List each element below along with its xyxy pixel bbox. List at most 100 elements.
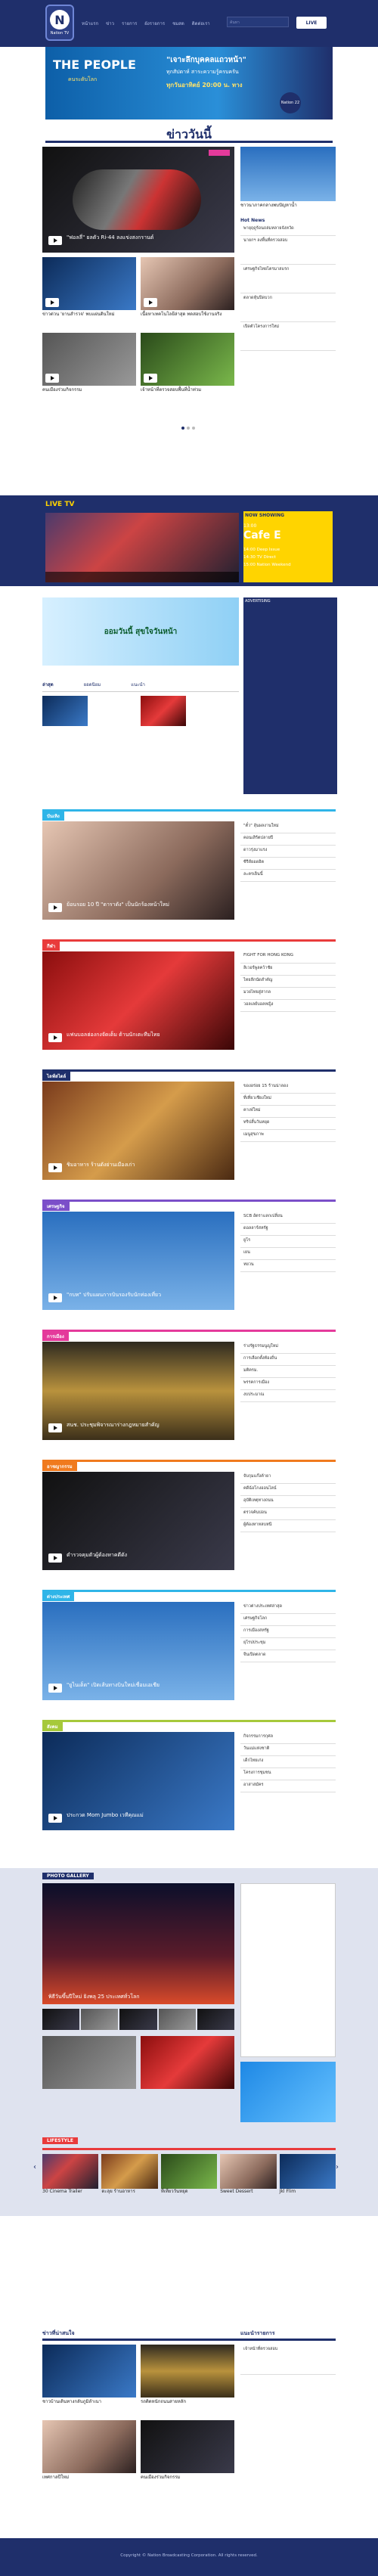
section-video[interactable]: "ยูไนเต็ด" เปิดเส้นทางบินใหม่เชื่อมเอเชี… <box>42 1602 234 1700</box>
section-list-item[interactable]: คอนเสิร์ตปลายปี <box>240 833 336 846</box>
section-video[interactable]: แฟนบอลฮ่องกงจัดเต็ม ต้านนักเตะทีมไทย <box>42 951 234 1050</box>
section-label[interactable]: กีฬา <box>42 942 60 951</box>
sidebar-item[interactable]: เปิดตัวโครงการใหม่ <box>240 322 336 351</box>
gallery-thumb[interactable] <box>197 2009 235 2030</box>
section-list-item[interactable]: เมนูสุขภาพ <box>240 1130 336 1142</box>
news-caption[interactable]: คนเมืองร่วมกิจกรรม <box>42 387 136 393</box>
section-list-item[interactable]: กิจกรรมการกุศล <box>240 1732 336 1744</box>
section-list-item[interactable]: SCB อัตราแลกเปลี่ยน <box>240 1212 336 1224</box>
schedule-row[interactable]: 14:00 Deep Issue <box>243 546 333 554</box>
section-label[interactable]: ต่างประเทศ <box>42 1592 75 1601</box>
live-button[interactable]: LIVE <box>296 17 327 29</box>
play-icon[interactable] <box>48 1684 62 1693</box>
facebook-widget[interactable] <box>240 1883 336 2057</box>
recommend-item[interactable]: เจ้าหน้าที่ตรวจสอบ <box>240 2345 336 2375</box>
play-icon[interactable] <box>144 298 157 307</box>
play-icon[interactable] <box>48 1293 62 1302</box>
section-label[interactable]: บันเทิง <box>42 812 64 821</box>
nav-item[interactable]: หน้าแรก <box>82 20 98 27</box>
section-list-item[interactable]: เศรษฐกิจโลก <box>240 1614 336 1626</box>
lifestyle-item[interactable]: Sweet Dessert <box>220 2154 277 2195</box>
play-icon[interactable] <box>45 374 59 383</box>
news-caption[interactable]: เจ้าหน้าที่ตรวจสอบพื้นที่น้ำท่วม <box>141 387 234 393</box>
gallery-main-image[interactable]: พิธีวันขึ้นปีใหม่ ยิงพลุ 25 ประเทศทั่วโล… <box>42 1883 234 2004</box>
section-list-item[interactable]: ยุโรปประชุม <box>240 1638 336 1650</box>
section-list-item[interactable]: ทริปสั้นวันหยุด <box>240 1118 336 1130</box>
section-label[interactable]: อาชญากรรม <box>42 1462 77 1471</box>
section-label[interactable]: ไลฟ์สไตล์ <box>42 1072 71 1081</box>
tab-thumb[interactable] <box>42 696 88 726</box>
play-icon[interactable] <box>48 1423 62 1432</box>
section-list-item[interactable]: การเมืองสหรัฐ <box>240 1626 336 1638</box>
live-player[interactable] <box>45 513 239 582</box>
section-list-item[interactable]: ของอร่อย 15 ร้านน่าลอง <box>240 1082 336 1094</box>
section-list-item[interactable]: วอลเลย์บอลหญิง <box>240 1000 336 1012</box>
sidebar-item[interactable]: เศรษฐกิจไทยไตรมาสแรก <box>240 265 336 293</box>
side-promo[interactable] <box>240 2062 336 2122</box>
top-banner-ad[interactable]: THE PEOPLE คนระดับโลก "เจาะลึกบุคคลแถวหน… <box>45 47 333 119</box>
nav-item[interactable]: ผังรายการ <box>144 20 165 27</box>
play-icon[interactable] <box>48 903 62 912</box>
sidebar-item[interactable]: ตลาดหุ้นปิดบวก <box>240 293 336 322</box>
today-side-image[interactable] <box>240 147 336 201</box>
section-list-item[interactable]: ซีรีส์ยอดฮิต <box>240 858 336 870</box>
dot[interactable] <box>187 427 190 430</box>
section-list-item[interactable]: คาเฟ่ใหม่ <box>240 1106 336 1118</box>
today-main-video[interactable]: "ฟอลลี่" ยลตัว Ri-44 ลงแข่งสงกรานต์ <box>42 147 234 253</box>
section-list-item[interactable]: ร่างรัฐธรรมนูญใหม่ <box>240 1342 336 1354</box>
dot[interactable] <box>192 427 195 430</box>
savings-ad[interactable]: ออมวันนี้ สุขใจวันหน้า <box>42 597 239 666</box>
lifestyle-item[interactable]: ที่เที่ยววันหยุด <box>160 2154 218 2195</box>
section-list-item[interactable]: วันแม่แห่งชาติ <box>240 1744 336 1756</box>
section-list-item[interactable]: ยูโร <box>240 1236 336 1248</box>
nav-item[interactable]: ติดต่อเรา <box>192 20 210 27</box>
section-list-item[interactable]: มติครม. <box>240 1366 336 1378</box>
section-video[interactable]: ตำรวจคุมตัวผู้ต้องหาคดีดัง <box>42 1472 234 1570</box>
sidebar-item[interactable]: นายกฯ ลงพื้นที่ตรวจสอบ <box>240 236 336 265</box>
bottom-caption[interactable]: เทศกาลปีใหม่ <box>42 2475 136 2481</box>
chevron-left-icon[interactable]: ‹ <box>33 2163 36 2171</box>
tab-latest[interactable]: ล่าสุด <box>42 681 54 688</box>
play-icon[interactable] <box>48 1553 62 1563</box>
play-icon[interactable] <box>45 298 59 307</box>
gallery-thumb[interactable] <box>119 2009 157 2030</box>
bottom-thumb[interactable] <box>141 2420 234 2473</box>
lifestyle-item[interactable]: ตะลุย ร้านอาหาร <box>101 2154 158 2195</box>
nav-item[interactable]: รายการ <box>122 20 137 27</box>
play-icon[interactable] <box>48 1163 62 1172</box>
section-list-item[interactable]: เด็กไทยเก่ง <box>240 1756 336 1768</box>
nav-item[interactable]: ชมสด <box>172 20 184 27</box>
tab-popular[interactable]: ยอดนิยม <box>84 681 101 688</box>
section-video[interactable]: ย้อนรอย 10 ปี "ดาราดัง" เป็นนักร้องหน้าใ… <box>42 821 234 920</box>
dot[interactable] <box>181 427 184 430</box>
gallery-extra[interactable] <box>42 2036 136 2089</box>
play-icon[interactable] <box>144 374 157 383</box>
carousel-dots[interactable] <box>181 427 195 430</box>
tab-recommended[interactable]: แนะนำ <box>131 681 145 688</box>
section-list-item[interactable]: "ตั๋ว" ลุ้นผลงานใหม่ <box>240 821 336 833</box>
side-ad-panel[interactable]: ADVERTISING <box>243 597 337 794</box>
section-label[interactable]: การเมือง <box>42 1332 69 1341</box>
section-label[interactable]: เศรษฐกิจ <box>42 1202 70 1211</box>
section-list-item[interactable]: มวยไทยสู่สากล <box>240 988 336 1000</box>
schedule-row[interactable]: 15:00 Nation Weekend <box>243 561 333 569</box>
section-list-item[interactable]: ดอลลาร์สหรัฐ <box>240 1224 336 1236</box>
site-logo[interactable]: N Nation TV <box>45 5 74 41</box>
bottom-thumb[interactable] <box>141 2345 234 2398</box>
section-list-item[interactable]: เยน <box>240 1248 336 1260</box>
schedule-row[interactable]: 14:30 TV Direct <box>243 554 333 561</box>
news-caption[interactable]: ข่าวด่วน 'ยานสำรวจ' พบแผ่นดินใหม่ <box>42 312 136 318</box>
section-label[interactable]: สังคม <box>42 1722 63 1731</box>
news-thumb[interactable] <box>42 257 136 310</box>
section-list-item[interactable]: คดีฉ้อโกงออนไลน์ <box>240 1484 336 1496</box>
bottom-caption[interactable]: ชาวบ้านเดินทางกลับภูมิลำเนา <box>42 2399 136 2405</box>
section-list-item[interactable]: จับกุมแก๊งค้ายา <box>240 1472 336 1484</box>
section-list-item[interactable]: ข่าวต่างประเทศล่าสุด <box>240 1602 336 1614</box>
bottom-caption[interactable]: รถติดหนักถนนสายหลัก <box>141 2399 234 2405</box>
gallery-thumb[interactable] <box>81 2009 119 2030</box>
play-icon[interactable] <box>48 1033 62 1042</box>
search-input[interactable]: ค้นหา <box>227 17 289 27</box>
tab-thumb[interactable] <box>141 696 186 726</box>
section-list-item[interactable]: ไทยลีกนัดสำคัญ <box>240 976 336 988</box>
play-icon[interactable] <box>48 1814 62 1823</box>
